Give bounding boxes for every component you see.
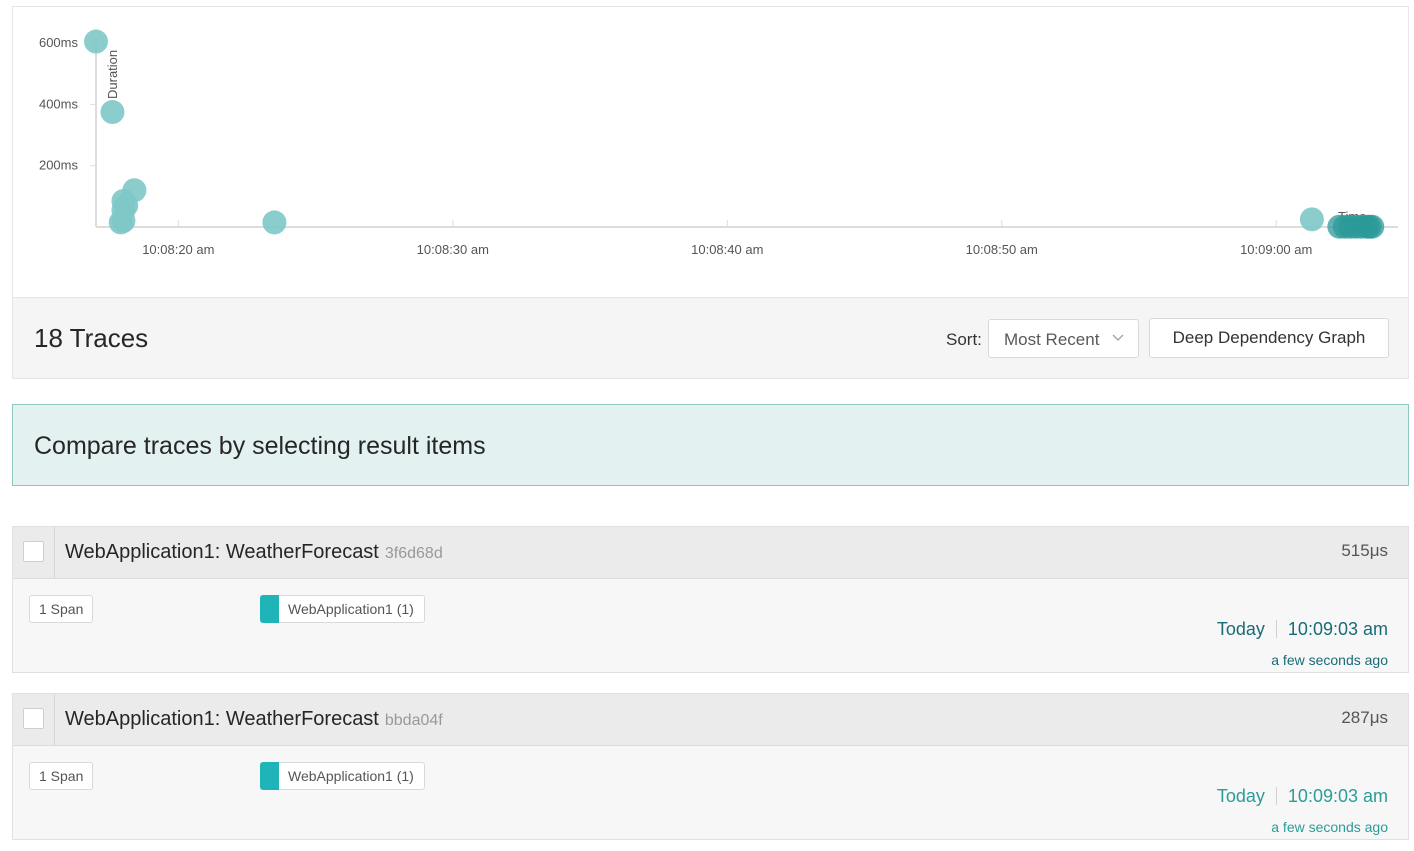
trace-duration: 287μs xyxy=(1341,708,1388,727)
sort-select[interactable]: Most Recent xyxy=(988,319,1139,358)
sort-select-value: Most Recent xyxy=(1004,330,1100,349)
trace-scatter-plot: 600ms 400ms 200ms 10:08:20 am 10:08:30 am 10:… xyxy=(12,6,1409,298)
trace-point xyxy=(100,100,125,125)
x-tick-label: 10:09:00 am xyxy=(1240,242,1312,257)
trace-select-cell xyxy=(13,694,55,746)
y-tick-label: 600ms xyxy=(39,35,79,50)
trace-duration: 515μs xyxy=(1341,541,1388,560)
trace-start-time: Today 10:09:03 am xyxy=(1217,786,1388,807)
trace-point xyxy=(108,210,133,235)
trace-select-checkbox[interactable] xyxy=(23,541,44,562)
y-tick-label: 400ms xyxy=(39,96,79,111)
trace-name: WebApplication1: WeatherForecast xyxy=(65,708,379,730)
service-tag: WebApplication1 (1) xyxy=(260,595,425,623)
trace-title[interactable]: WebApplication1: WeatherForecast 3f6d68d xyxy=(65,541,443,564)
trace-name: WebApplication1: WeatherForecast xyxy=(65,541,379,563)
trace-date: Today xyxy=(1216,786,1265,806)
trace-select-cell xyxy=(13,527,55,579)
scatter-chart: 600ms 400ms 200ms 10:08:20 am 10:08:30 am 10:… xyxy=(39,29,1398,257)
trace-count: 18 Traces xyxy=(34,323,149,353)
x-tick-label: 10:08:50 am xyxy=(966,242,1038,257)
trace-result-item[interactable]: WebApplication1: WeatherForecast 3f6d68d … xyxy=(12,526,1409,673)
trace-id: bbda04f xyxy=(384,712,443,729)
trace-title-row[interactable]: WebApplication1: WeatherForecast bbda04f … xyxy=(13,694,1408,746)
trace-start-time: Today 10:09:03 am xyxy=(1217,619,1388,640)
trace-title[interactable]: WebApplication1: WeatherForecast bbda04f xyxy=(65,708,443,731)
time-divider xyxy=(1275,787,1277,805)
x-tick-label: 10:08:20 am xyxy=(142,242,214,257)
service-color-swatch xyxy=(260,595,279,623)
y-tick-label: 200ms xyxy=(39,158,79,173)
compare-banner: Compare traces by selecting result items xyxy=(12,404,1409,486)
trace-date: Today xyxy=(1216,619,1265,639)
chart-axes: 600ms 400ms 200ms 10:08:20 am 10:08:30 am 10:… xyxy=(39,35,1398,257)
results-header: 18 Traces Sort: Most Recent Deep Depende… xyxy=(12,297,1409,379)
trace-point xyxy=(84,29,108,54)
service-tag: WebApplication1 (1) xyxy=(260,762,425,790)
trace-title-row[interactable]: WebApplication1: WeatherForecast 3f6d68d … xyxy=(13,527,1408,579)
trace-point xyxy=(262,210,287,235)
x-tick-label: 10:08:40 am xyxy=(691,242,763,257)
x-tick-label: 10:08:30 am xyxy=(417,242,489,257)
span-count-badge: 1 Span xyxy=(29,762,94,790)
chart-points xyxy=(84,29,1385,239)
service-tag-label: WebApplication1 (1) xyxy=(288,601,414,617)
trace-relative-time: a few seconds ago xyxy=(1271,819,1388,835)
trace-point xyxy=(1360,214,1385,239)
trace-point xyxy=(1299,207,1324,232)
sort-label: Sort: xyxy=(946,330,982,349)
trace-relative-time: a few seconds ago xyxy=(1271,652,1388,668)
trace-id: 3f6d68d xyxy=(384,545,443,562)
time-divider xyxy=(1275,620,1277,638)
trace-time: 10:09:03 am xyxy=(1287,619,1388,639)
trace-result-item[interactable]: WebApplication1: WeatherForecast bbda04f … xyxy=(12,693,1409,840)
trace-select-checkbox[interactable] xyxy=(23,708,44,729)
y-axis-label: Duration xyxy=(105,50,120,99)
trace-time: 10:09:03 am xyxy=(1287,786,1388,806)
service-tag-label: WebApplication1 (1) xyxy=(288,768,414,784)
service-color-swatch xyxy=(260,762,279,790)
deep-dependency-graph-button[interactable]: Deep Dependency Graph xyxy=(1149,318,1389,358)
span-count-badge: 1 Span xyxy=(29,595,94,623)
compare-banner-text: Compare traces by selecting result items xyxy=(34,432,486,460)
chevron-down-icon xyxy=(1112,334,1124,341)
